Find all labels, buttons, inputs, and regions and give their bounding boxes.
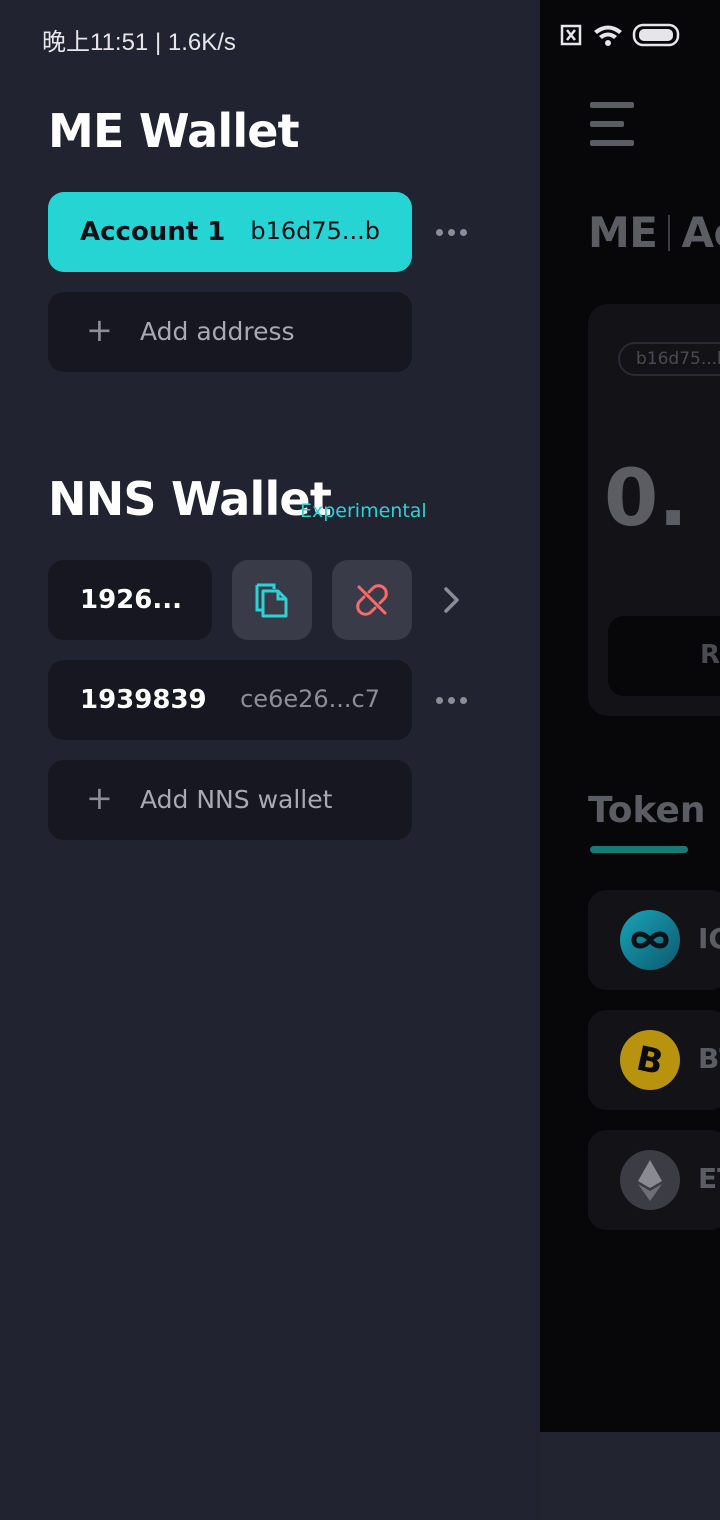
copy-icon <box>255 583 288 618</box>
token-row[interactable]: ET <box>588 1130 720 1230</box>
balance-amount: 0. <box>604 454 688 544</box>
nns-more-icon[interactable] <box>434 695 470 705</box>
account-more-icon[interactable] <box>434 227 470 237</box>
wifi-icon <box>594 25 622 46</box>
add-nns-wallet-label: Add NNS wallet <box>140 785 333 814</box>
svg-text:B: B <box>633 1039 667 1084</box>
icp-icon <box>620 910 680 970</box>
token-row[interactable]: IC <box>588 890 720 990</box>
bottom-bar <box>540 1432 720 1520</box>
token-row[interactable]: B BT <box>588 1010 720 1110</box>
token-name: BT <box>698 1042 720 1075</box>
unlink-icon <box>356 584 388 616</box>
nns-wallet-item-expanded[interactable]: 1926... <box>48 560 212 640</box>
plus-icon: + <box>86 779 113 817</box>
add-address-button[interactable]: + Add address <box>48 292 412 372</box>
copy-button[interactable] <box>232 560 312 640</box>
bitcoin-icon: B <box>620 1030 680 1090</box>
nns-wallet-id: 1939839 <box>80 685 207 715</box>
main-title: MEAc <box>588 208 720 257</box>
main-screen: MEAc b16d75...b 0. Re Token IC B BT ET <box>540 0 720 1520</box>
token-name: ET <box>698 1162 720 1195</box>
account-address: b16d75...b <box>250 217 380 245</box>
account-row-selected[interactable]: Account 1 b16d75...b <box>48 192 412 272</box>
receive-button[interactable]: Re <box>608 616 720 696</box>
status-time-speed: 晚上11:51 | 1.6K/s <box>42 29 236 56</box>
address-pill[interactable]: b16d75...b <box>618 342 720 376</box>
token-name: IC <box>698 922 720 955</box>
status-icons <box>556 20 686 50</box>
nns-wallet-id: 1926... <box>80 585 182 615</box>
plus-icon: + <box>86 311 113 349</box>
no-sim-icon <box>560 24 582 46</box>
add-address-label: Add address <box>140 317 295 346</box>
nns-wallet-address: ce6e26...c7 <box>240 685 380 713</box>
add-nns-wallet-button[interactable]: + Add NNS wallet <box>48 760 412 840</box>
wallet-drawer: 晚上11:51 | 1.6K/s ME Wallet Account 1 b16… <box>0 0 540 1520</box>
unlink-button[interactable] <box>332 560 412 640</box>
nns-wallet-title: NNS Wallet <box>48 472 332 526</box>
account-name: Account 1 <box>80 217 226 247</box>
tab-token[interactable]: Token <box>588 790 706 831</box>
chevron-right-icon[interactable] <box>440 585 464 615</box>
ethereum-icon <box>620 1150 680 1210</box>
me-wallet-title: ME Wallet <box>48 104 300 158</box>
nns-wallet-item[interactable]: 1939839 ce6e26...c7 <box>48 660 412 740</box>
tab-indicator <box>590 846 688 853</box>
experimental-badge: Experimental <box>300 500 427 522</box>
menu-icon[interactable] <box>590 102 634 146</box>
battery-icon <box>632 23 680 47</box>
